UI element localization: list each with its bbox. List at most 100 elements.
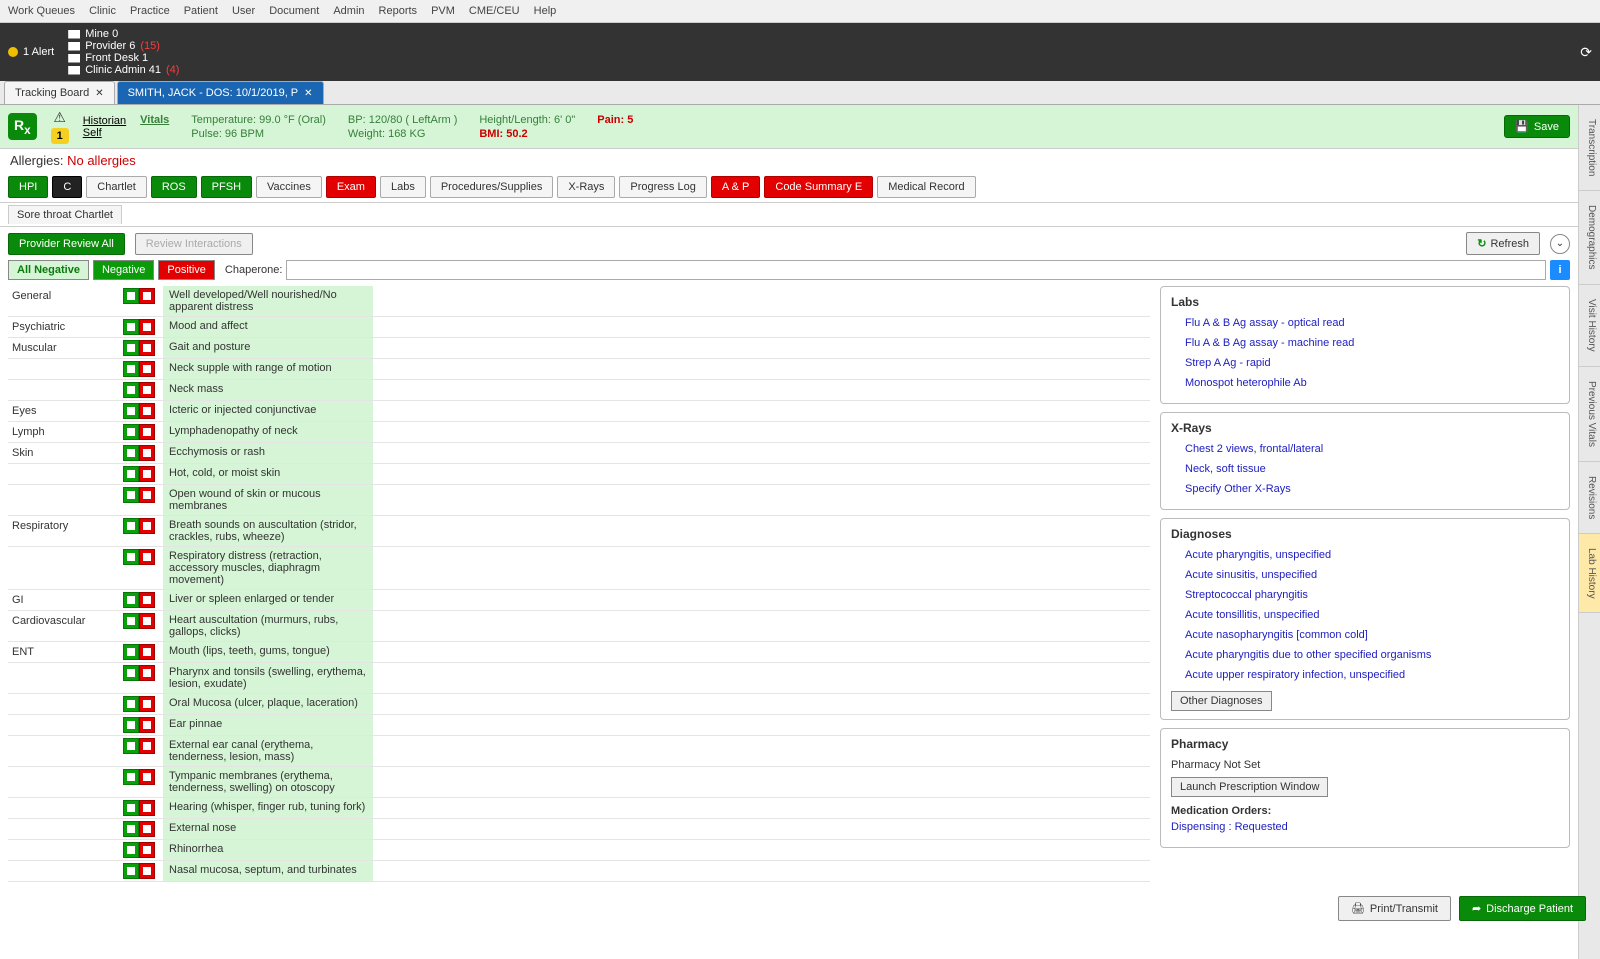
finding-value[interactable] xyxy=(373,715,1150,736)
positive-checkbox[interactable] xyxy=(139,644,155,660)
negative-checkbox[interactable] xyxy=(123,800,139,816)
finding-label[interactable]: Icteric or injected conjunctivae xyxy=(163,401,373,422)
finding-label[interactable]: Pharynx and tonsils (swelling, erythema,… xyxy=(163,663,373,694)
diagnosis-link[interactable]: Acute nasopharyngitis [common cold] xyxy=(1171,627,1559,647)
close-icon[interactable]: ✕ xyxy=(95,88,103,99)
menu-user[interactable]: User xyxy=(232,5,255,17)
dispensing-link[interactable]: Dispensing : Requested xyxy=(1171,819,1559,839)
positive-checkbox[interactable] xyxy=(139,382,155,398)
close-icon[interactable]: ✕ xyxy=(304,88,312,99)
finding-value[interactable] xyxy=(373,694,1150,715)
navtab-c[interactable]: C xyxy=(52,176,82,198)
finding-value[interactable] xyxy=(373,590,1150,611)
positive-checkbox[interactable] xyxy=(139,361,155,377)
finding-label[interactable]: Respiratory distress (retraction, access… xyxy=(163,547,373,590)
info-icon[interactable]: i xyxy=(1550,260,1570,280)
negative-checkbox[interactable] xyxy=(123,717,139,733)
positive-checkbox[interactable] xyxy=(139,800,155,816)
finding-value[interactable] xyxy=(373,359,1150,380)
finding-value[interactable] xyxy=(373,443,1150,464)
finding-label[interactable]: Liver or spleen enlarged or tender xyxy=(163,590,373,611)
positive-checkbox[interactable] xyxy=(139,613,155,629)
menu-workqueues[interactable]: Work Queues xyxy=(8,5,75,17)
diagnosis-link[interactable]: Acute upper respiratory infection, unspe… xyxy=(1171,667,1559,687)
finding-value[interactable] xyxy=(373,338,1150,359)
diagnosis-link[interactable]: Acute pharyngitis due to other specified… xyxy=(1171,647,1559,667)
finding-value[interactable] xyxy=(373,819,1150,840)
chartlet-subtab[interactable]: Sore throat Chartlet xyxy=(8,205,122,224)
finding-label[interactable]: External nose xyxy=(163,819,373,840)
finding-label[interactable]: Rhinorrhea xyxy=(163,840,373,861)
finding-value[interactable] xyxy=(373,798,1150,819)
menu-patient[interactable]: Patient xyxy=(184,5,218,17)
menu-pvm[interactable]: PVM xyxy=(431,5,455,17)
side-tab-visit-history[interactable]: Visit History xyxy=(1579,285,1600,367)
navtab-chartlet[interactable]: Chartlet xyxy=(86,176,147,198)
finding-label[interactable]: Mood and affect xyxy=(163,317,373,338)
navtab-hpi[interactable]: HPI xyxy=(8,176,48,198)
finding-label[interactable]: Oral Mucosa (ulcer, plaque, laceration) xyxy=(163,694,373,715)
positive-checkbox[interactable] xyxy=(139,592,155,608)
finding-value[interactable] xyxy=(373,840,1150,861)
finding-value[interactable] xyxy=(373,286,1150,317)
finding-label[interactable]: Tympanic membranes (erythema, tenderness… xyxy=(163,767,373,798)
negative-checkbox[interactable] xyxy=(123,738,139,754)
historian-link[interactable]: Historian xyxy=(83,115,126,127)
positive-checkbox[interactable] xyxy=(139,288,155,304)
discharge-patient-button[interactable]: ➦Discharge Patient xyxy=(1459,896,1586,921)
vitals-link[interactable]: Vitals xyxy=(140,114,169,140)
doc-tab[interactable]: SMITH, JACK - DOS: 10/1/2019, P✕ xyxy=(117,81,324,104)
finding-label[interactable]: Gait and posture xyxy=(163,338,373,359)
positive-checkbox[interactable] xyxy=(139,696,155,712)
finding-label[interactable]: Mouth (lips, teeth, gums, tongue) xyxy=(163,642,373,663)
negative-checkbox[interactable] xyxy=(123,696,139,712)
negative-checkbox[interactable] xyxy=(123,319,139,335)
finding-label[interactable]: Open wound of skin or mucous membranes xyxy=(163,485,373,516)
menu-clinic[interactable]: Clinic xyxy=(89,5,116,17)
lab-order-link[interactable]: Strep A Ag - rapid xyxy=(1171,355,1559,375)
finding-label[interactable]: Nasal mucosa, septum, and turbinates xyxy=(163,861,373,882)
positive-checkbox[interactable] xyxy=(139,549,155,565)
finding-value[interactable] xyxy=(373,736,1150,767)
side-tab-demographics[interactable]: Demographics xyxy=(1579,191,1600,284)
finding-label[interactable]: Lymphadenopathy of neck xyxy=(163,422,373,443)
xray-order-link[interactable]: Specify Other X-Rays xyxy=(1171,481,1559,501)
navtab-pfsh[interactable]: PFSH xyxy=(201,176,252,198)
inbox-provider[interactable]: Provider 6 (15) xyxy=(68,40,179,52)
save-button[interactable]: Save xyxy=(1504,115,1570,138)
inbox-mine[interactable]: Mine 0 xyxy=(68,28,179,40)
positive-checkbox[interactable] xyxy=(139,738,155,754)
positive-checkbox[interactable] xyxy=(139,424,155,440)
navtab-proceduressupplies[interactable]: Procedures/Supplies xyxy=(430,176,554,198)
negative-checkbox[interactable] xyxy=(123,644,139,660)
all-negative-button[interactable]: All Negative xyxy=(8,260,89,280)
finding-label[interactable]: Hearing (whisper, finger rub, tuning for… xyxy=(163,798,373,819)
positive-checkbox[interactable] xyxy=(139,487,155,503)
finding-label[interactable]: External ear canal (erythema, tenderness… xyxy=(163,736,373,767)
diagnosis-link[interactable]: Streptococcal pharyngitis xyxy=(1171,587,1559,607)
print-transmit-button[interactable]: 🖨Print/Transmit xyxy=(1338,896,1451,921)
finding-value[interactable] xyxy=(373,642,1150,663)
negative-checkbox[interactable] xyxy=(123,518,139,534)
inbox-clinic-admin[interactable]: Clinic Admin 41 (4) xyxy=(68,64,179,76)
positive-checkbox[interactable] xyxy=(139,842,155,858)
finding-label[interactable]: Breath sounds on auscultation (stridor, … xyxy=(163,516,373,547)
negative-checkbox[interactable] xyxy=(123,403,139,419)
navtab-vaccines[interactable]: Vaccines xyxy=(256,176,322,198)
navtab-ap[interactable]: A & P xyxy=(711,176,761,198)
finding-value[interactable] xyxy=(373,317,1150,338)
inbox-front-desk[interactable]: Front Desk 1 xyxy=(68,52,179,64)
doc-tab[interactable]: Tracking Board✕ xyxy=(4,81,115,104)
positive-checkbox[interactable] xyxy=(139,466,155,482)
negative-checkbox[interactable] xyxy=(123,487,139,503)
negative-checkbox[interactable] xyxy=(123,842,139,858)
negative-checkbox[interactable] xyxy=(123,769,139,785)
rx-badge[interactable]: Rx xyxy=(8,113,37,141)
xray-order-link[interactable]: Neck, soft tissue xyxy=(1171,461,1559,481)
launch-prescription-button[interactable]: Launch Prescription Window xyxy=(1171,777,1328,797)
negative-checkbox[interactable] xyxy=(123,340,139,356)
finding-value[interactable] xyxy=(373,516,1150,547)
menu-document[interactable]: Document xyxy=(269,5,319,17)
finding-label[interactable]: Neck mass xyxy=(163,380,373,401)
finding-label[interactable]: Well developed/Well nourished/No apparen… xyxy=(163,286,373,317)
